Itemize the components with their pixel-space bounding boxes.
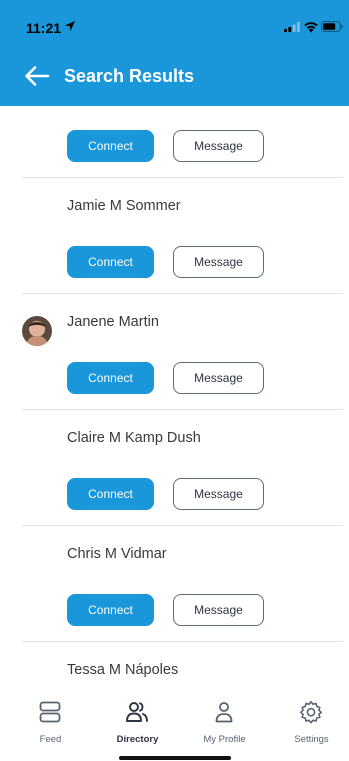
result-row: Claire M Kamp Dush Connect Message <box>0 410 349 526</box>
wifi-icon <box>304 22 318 33</box>
message-button[interactable]: Message <box>173 594 264 626</box>
directory-icon <box>126 702 148 722</box>
app-header: 11:21 Search Results <box>0 0 349 106</box>
location-arrow-icon <box>65 21 75 31</box>
result-row: Jamie M Sommer Connect Message <box>0 178 349 294</box>
gear-icon <box>300 701 322 724</box>
person-name[interactable]: Tessa M Nápoles <box>67 662 178 678</box>
feed-icon <box>39 701 61 723</box>
connect-button[interactable]: Connect <box>67 246 154 278</box>
result-row: Chris M Vidmar Connect Message <box>0 526 349 642</box>
signal-icon <box>284 22 300 32</box>
tab-settings[interactable]: Settings <box>268 698 349 748</box>
tab-directory[interactable]: Directory <box>94 698 181 748</box>
avatar[interactable] <box>22 316 52 346</box>
search-results-list[interactable]: Connect Message Jamie M Sommer Connect M… <box>0 106 349 691</box>
connect-button[interactable]: Connect <box>67 130 154 162</box>
tab-bar: Feed Directory My Profile Settings <box>0 692 349 761</box>
message-button[interactable]: Message <box>173 478 264 510</box>
message-button[interactable]: Message <box>173 362 264 394</box>
tab-label: Feed <box>39 734 62 745</box>
tab-label: Directory <box>116 734 159 745</box>
result-row: Janene Martin Connect Message <box>0 294 349 410</box>
person-name[interactable]: Chris M Vidmar <box>67 546 167 562</box>
battery-icon <box>321 21 343 32</box>
status-time: 11:21 <box>26 20 62 36</box>
connect-button[interactable]: Connect <box>67 362 154 394</box>
connect-button[interactable]: Connect <box>67 478 154 510</box>
result-row: Tessa M Nápoles <box>0 642 349 691</box>
tab-label: Settings <box>294 734 329 745</box>
back-arrow-icon[interactable] <box>24 64 50 88</box>
person-name[interactable]: Claire M Kamp Dush <box>67 430 201 446</box>
home-indicator <box>119 756 231 760</box>
tab-my-profile[interactable]: My Profile <box>181 698 268 748</box>
tab-label: My Profile <box>203 734 246 745</box>
page-title: Search Results <box>64 66 195 86</box>
message-button[interactable]: Message <box>173 130 264 162</box>
status-bar: 11:21 <box>0 0 349 50</box>
person-name[interactable]: Janene Martin <box>67 314 159 330</box>
person-name[interactable]: Jamie M Sommer <box>67 198 181 214</box>
message-button[interactable]: Message <box>173 246 264 278</box>
result-row: Connect Message <box>0 106 349 178</box>
profile-icon <box>215 702 233 723</box>
connect-button[interactable]: Connect <box>67 594 154 626</box>
tab-feed[interactable]: Feed <box>7 698 94 748</box>
